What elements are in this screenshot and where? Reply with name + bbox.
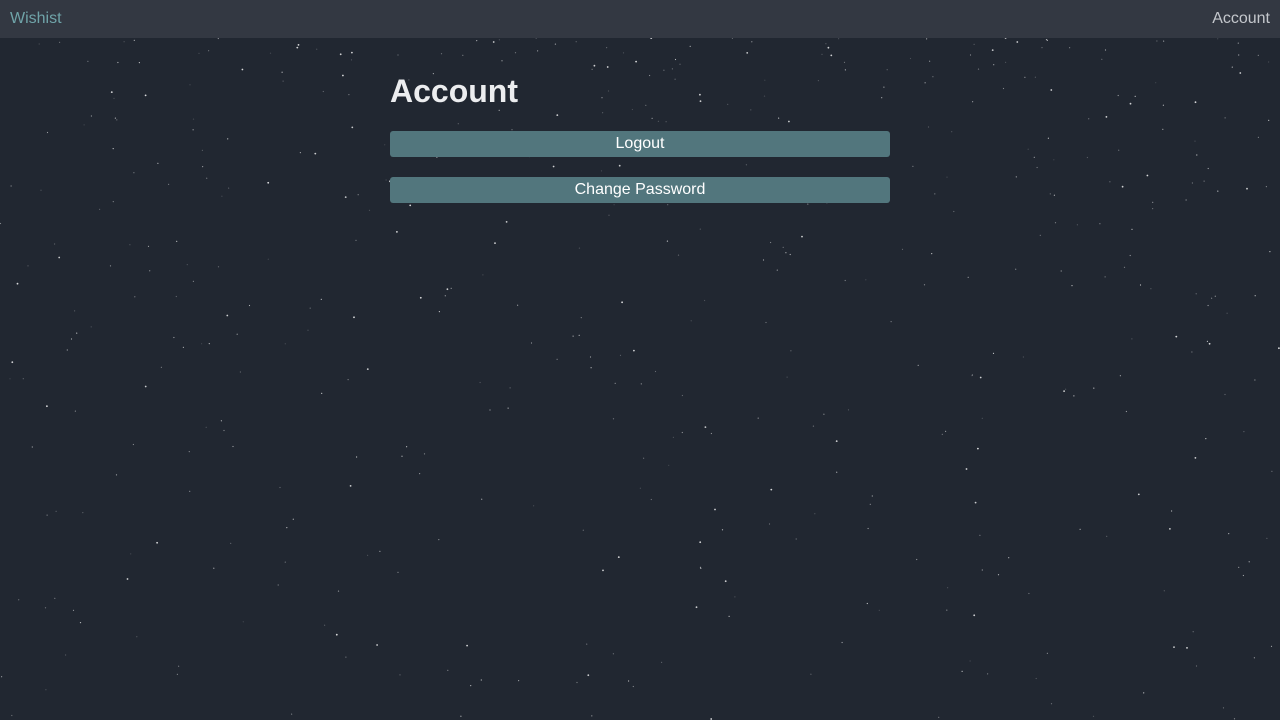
account-panel: Account Logout Change Password [390, 70, 890, 203]
nav-account-link[interactable]: Account [1212, 10, 1270, 28]
brand-logo-link[interactable]: Wishist [10, 10, 62, 28]
page-title: Account [390, 73, 518, 109]
logout-button[interactable]: Logout [390, 131, 890, 157]
change-password-button[interactable]: Change Password [390, 177, 890, 203]
top-navigation-bar: Wishist Account [0, 0, 1280, 38]
